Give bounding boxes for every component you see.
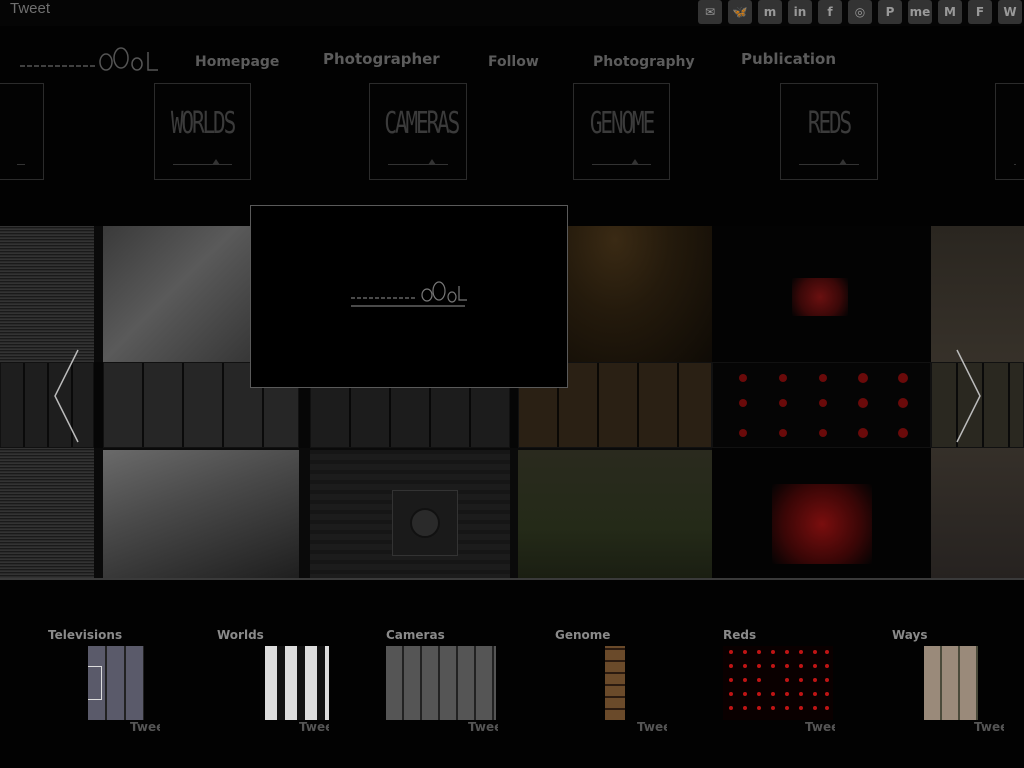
- series-thumbnail[interactable]: [88, 646, 144, 720]
- series-reds[interactable]: Reds Tweet: [723, 628, 883, 738]
- tweet-link[interactable]: Tweet: [10, 0, 50, 17]
- photo-sleeping[interactable]: [103, 450, 299, 580]
- instagram-icon[interactable]: ◎: [848, 0, 872, 24]
- series-thumbnail[interactable]: [723, 646, 833, 720]
- banner-partial-left[interactable]: [0, 83, 44, 180]
- photo-genome-field[interactable]: [518, 450, 712, 580]
- series-worlds[interactable]: Worlds Tweet: [217, 628, 377, 738]
- bluesky-icon[interactable]: 🦋: [728, 0, 752, 24]
- series-tweet-link[interactable]: Tweet: [805, 720, 835, 734]
- flipboard-icon[interactable]: F: [968, 0, 992, 24]
- banner-title: GENOME: [589, 106, 655, 141]
- facebook-icon[interactable]: f: [818, 0, 842, 24]
- photo-camera[interactable]: [310, 450, 510, 580]
- nav-publication[interactable]: Publication: [741, 50, 836, 68]
- series-title: Ways: [892, 628, 928, 642]
- series-tweet-link[interactable]: Tweet: [974, 720, 1004, 734]
- banner-title: CAMERAS: [384, 106, 460, 141]
- banner-genome[interactable]: GENOME: [573, 83, 670, 180]
- series-tweet-link[interactable]: Tweet: [637, 720, 667, 734]
- mail-icon[interactable]: ✉: [698, 0, 722, 24]
- about-me-icon[interactable]: me: [908, 0, 932, 24]
- prev-arrow-icon[interactable]: [52, 348, 80, 444]
- series-cameras[interactable]: Cameras Tweet: [386, 628, 546, 738]
- banner-title: WORLDS: [170, 106, 236, 141]
- wordpress-icon[interactable]: W: [998, 0, 1022, 24]
- banner-partial-right[interactable]: [995, 83, 1024, 180]
- featured-logo: [351, 281, 467, 307]
- main-nav: Homepage Photographer Follow Photography…: [0, 44, 1024, 74]
- banner-cameras[interactable]: CAMERAS: [369, 83, 467, 180]
- banner-title: REDS: [807, 106, 852, 141]
- social-icons: ✉ 🦋 m in f ◎ P me M F W: [698, 0, 1022, 24]
- nav-homepage[interactable]: Homepage: [195, 54, 279, 70]
- series-genome[interactable]: Genome Tweet: [555, 628, 715, 738]
- banner-reds[interactable]: REDS: [780, 83, 878, 180]
- nav-photography[interactable]: Photography: [593, 54, 695, 70]
- series-title: Reds: [723, 628, 757, 642]
- banner-worlds[interactable]: WORLDS: [154, 83, 251, 180]
- series-thumbnail[interactable]: [924, 646, 978, 720]
- gallery-divider: [0, 578, 1024, 580]
- series-tweet-link[interactable]: Tweet: [299, 720, 329, 734]
- strip-reds[interactable]: [712, 362, 931, 448]
- series-thumbnail[interactable]: [386, 646, 496, 720]
- next-arrow-icon[interactable]: [955, 348, 983, 444]
- nav-follow[interactable]: Follow: [488, 54, 539, 70]
- series-thumbnail[interactable]: [265, 646, 329, 720]
- series-televisions[interactable]: Televisions Tweet: [48, 628, 208, 738]
- nav-photographer[interactable]: Photographer: [323, 50, 440, 68]
- medium-icon[interactable]: M: [938, 0, 962, 24]
- series-title: Genome: [555, 628, 611, 642]
- series-title: Cameras: [386, 628, 445, 642]
- series-tweet-link[interactable]: Tweet: [130, 720, 160, 734]
- series-title: Televisions: [48, 628, 123, 642]
- series-banners: WORLDS CAMERAS GENOME REDS: [0, 83, 1024, 183]
- linkedin-icon[interactable]: in: [788, 0, 812, 24]
- mastodon-icon[interactable]: m: [758, 0, 782, 24]
- top-bar: Tweet ✉ 🦋 m in f ◎ P me M F W: [0, 0, 1024, 26]
- series-thumbnail[interactable]: [605, 646, 625, 720]
- featured-panel[interactable]: [250, 205, 568, 388]
- pinterest-icon[interactable]: P: [878, 0, 902, 24]
- series-ways[interactable]: Ways Tweet: [892, 628, 1024, 738]
- series-title: Worlds: [217, 628, 264, 642]
- series-tweet-link[interactable]: Tweet: [468, 720, 498, 734]
